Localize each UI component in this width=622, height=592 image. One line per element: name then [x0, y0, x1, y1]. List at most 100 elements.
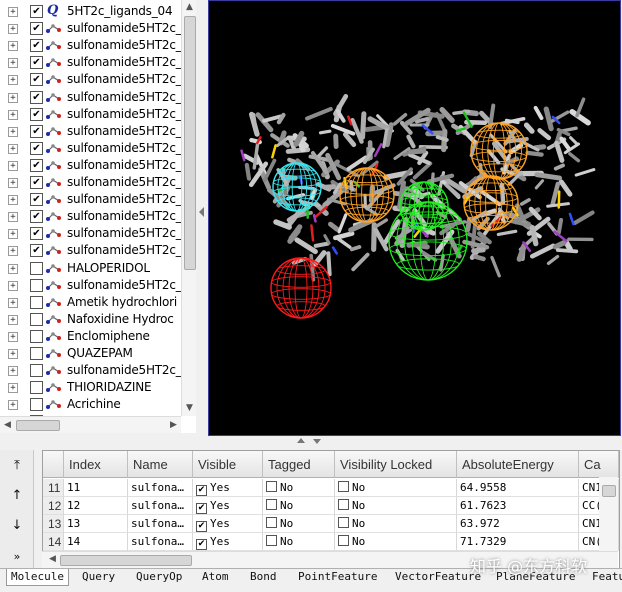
cyan-feature-sphere[interactable]	[273, 163, 321, 211]
tree-item[interactable]: +sulfonamide5HT2c_	[0, 362, 182, 379]
tree-item[interactable]: +Acrichine	[0, 396, 182, 413]
visibility-checkbox[interactable]	[30, 364, 43, 377]
expand-icon[interactable]: +	[8, 298, 18, 308]
table-cell-tagged[interactable]: No	[263, 533, 335, 551]
tagged-checkbox[interactable]	[266, 517, 277, 528]
horizontal-splitter[interactable]	[0, 436, 622, 448]
orange-feature-sphere[interactable]	[340, 168, 394, 222]
expand-icon[interactable]: +	[8, 41, 18, 51]
locked-checkbox[interactable]	[338, 517, 349, 528]
tab-atom[interactable]: Atom	[202, 570, 229, 583]
row-number[interactable]: 14	[43, 533, 64, 551]
more-options-icon[interactable]: »	[9, 550, 25, 568]
table-cell-tagged[interactable]: No	[263, 497, 335, 515]
scroll-to-top-icon[interactable]: ⤒	[9, 458, 25, 476]
tab-vectorfeature[interactable]: VectorFeature	[395, 570, 481, 583]
expand-icon[interactable]: +	[8, 93, 18, 103]
expand-icon[interactable]: +	[8, 127, 18, 137]
table-cell-locked[interactable]: No	[335, 533, 457, 551]
tree-item[interactable]: +✔sulfonamide5HT2c_	[0, 54, 182, 71]
scroll-up-arrow-icon[interactable]: ▲	[182, 0, 197, 15]
tree-item[interactable]: +✔sulfonamide5HT2c_	[0, 106, 182, 123]
visibility-checkbox[interactable]	[30, 262, 43, 275]
visibility-checkbox[interactable]	[30, 313, 43, 326]
tagged-checkbox[interactable]	[266, 481, 277, 492]
locked-checkbox[interactable]	[338, 481, 349, 492]
table-cell-locked[interactable]: No	[335, 497, 457, 515]
grid-corner[interactable]	[43, 451, 64, 478]
expand-icon[interactable]: +	[8, 264, 18, 274]
vertical-splitter[interactable]	[196, 0, 208, 437]
grid-vscroll-thumb[interactable]	[602, 485, 616, 497]
tab-featu[interactable]: Featu	[592, 570, 622, 583]
molecule-3d-viewer[interactable]	[208, 0, 621, 436]
tree-item[interactable]: +sulfonamide5HT2c_	[0, 277, 182, 294]
expand-icon[interactable]: +	[8, 75, 18, 85]
tab-queryop[interactable]: QueryOp	[136, 570, 182, 583]
visibility-checkbox[interactable]: ✔	[30, 227, 43, 240]
column-header[interactable]: Ca	[579, 451, 619, 478]
visibility-checkbox[interactable]: ✔	[30, 142, 43, 155]
row-number[interactable]: 12	[43, 497, 64, 515]
table-cell-locked[interactable]: No	[335, 479, 457, 497]
table-cell-index[interactable]: 11	[64, 479, 128, 497]
expand-icon[interactable]: +	[8, 161, 18, 171]
tree-item[interactable]: +Nafoxidine Hydroc	[0, 311, 182, 328]
table-cell-visible[interactable]: ✔Yes	[193, 515, 263, 533]
visible-checkbox[interactable]: ✔	[196, 539, 207, 550]
grid-hscroll-thumb[interactable]	[60, 555, 192, 566]
expand-icon[interactable]: +	[8, 110, 18, 120]
table-cell-visible[interactable]: ✔Yes	[193, 497, 263, 515]
visible-checkbox[interactable]: ✔	[196, 503, 207, 514]
visible-checkbox[interactable]: ✔	[196, 485, 207, 496]
column-header[interactable]: Index	[64, 451, 128, 478]
expand-icon[interactable]: +	[8, 212, 18, 222]
locked-checkbox[interactable]	[338, 535, 349, 546]
visibility-checkbox[interactable]	[30, 279, 43, 292]
visibility-checkbox[interactable]: ✔	[30, 39, 43, 52]
tree-item[interactable]: +✔sulfonamide5HT2c_	[0, 140, 182, 157]
visibility-checkbox[interactable]: ✔	[30, 22, 43, 35]
tree-item[interactable]: +QUAZEPAM	[0, 345, 182, 362]
expand-icon[interactable]: +	[8, 349, 18, 359]
visibility-checkbox[interactable]	[30, 347, 43, 360]
table-cell-tagged[interactable]: No	[263, 479, 335, 497]
visibility-checkbox[interactable]: ✔	[30, 244, 43, 257]
visibility-checkbox[interactable]	[30, 398, 43, 411]
tree-hscroll-thumb[interactable]	[16, 420, 60, 431]
locked-checkbox[interactable]	[338, 499, 349, 510]
tree-vertical-scrollbar[interactable]: ▲ ▼	[181, 0, 197, 416]
tree-item[interactable]: +✔sulfonamide5HT2c_	[0, 208, 182, 225]
visibility-checkbox[interactable]: ✔	[30, 193, 43, 206]
red-feature-sphere[interactable]	[271, 258, 331, 318]
tree-item[interactable]: +✔sulfonamide5HT2c_	[0, 174, 182, 191]
tab-query[interactable]: Query	[82, 570, 115, 583]
tree-item[interactable]: +✔sulfonamide5HT2c_	[0, 157, 182, 174]
grid-scroll-left-icon[interactable]: ◀	[45, 552, 60, 567]
collapse-arrow-icon[interactable]	[196, 0, 208, 437]
table-cell-index[interactable]: 14	[64, 533, 128, 551]
table-cell-name[interactable]: sulfona…	[128, 515, 193, 533]
visibility-checkbox[interactable]: ✔	[30, 210, 43, 223]
visible-checkbox[interactable]: ✔	[196, 521, 207, 532]
expand-icon[interactable]: +	[8, 58, 18, 68]
tree-item[interactable]: +HALOPERIDOL	[0, 260, 182, 277]
tab-molecule[interactable]: Molecule	[6, 569, 69, 586]
column-header[interactable]: Visibility Locked	[335, 451, 457, 478]
scroll-left-arrow-icon[interactable]: ◀	[0, 418, 15, 433]
expand-icon[interactable]: +	[8, 178, 18, 188]
pharmacophore-render[interactable]	[209, 1, 620, 435]
tab-bond[interactable]: Bond	[250, 570, 277, 583]
tree-item[interactable]: +THIORIDAZINE	[0, 379, 182, 396]
visibility-checkbox[interactable]: ✔	[30, 56, 43, 69]
table-cell-name[interactable]: sulfona…	[128, 497, 193, 515]
scroll-row-up-icon[interactable]: ↑	[9, 488, 25, 506]
scroll-right-arrow-icon[interactable]: ▶	[166, 418, 181, 433]
visibility-checkbox[interactable]: ✔	[30, 159, 43, 172]
scroll-down-arrow-icon[interactable]: ▼	[182, 401, 197, 416]
scroll-row-down-icon[interactable]: ↓	[9, 518, 25, 536]
expand-icon[interactable]: +	[8, 315, 18, 325]
expand-icon[interactable]: +	[8, 229, 18, 239]
visibility-checkbox[interactable]: ✔	[30, 176, 43, 189]
tree-item[interactable]: +✔Q5HT2c_ligands_04	[0, 3, 182, 20]
